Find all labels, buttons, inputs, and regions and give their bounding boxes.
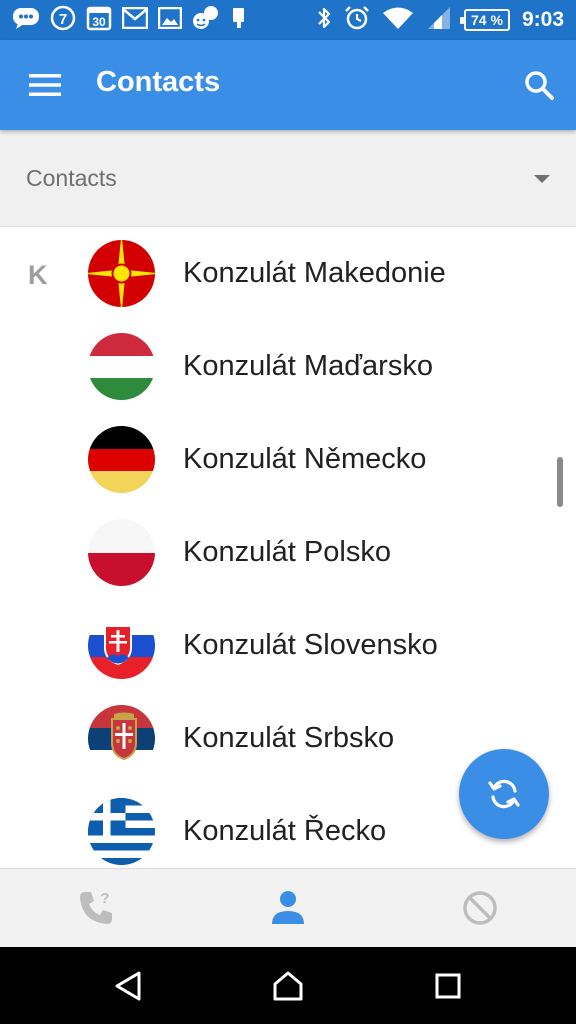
hamburger-menu-icon <box>29 74 61 96</box>
back-icon <box>115 971 141 1001</box>
back-button[interactable] <box>108 966 148 1006</box>
battery-icon: 74 % <box>459 9 510 31</box>
contacts-filter-dropdown[interactable]: Contacts <box>0 130 576 227</box>
chevron-down-icon <box>534 175 550 183</box>
contact-name: Konzulát Maďarsko <box>183 350 433 382</box>
gmail-icon <box>121 6 149 34</box>
messenger-icon <box>192 5 220 36</box>
contact-name: Konzulát Slovensko <box>183 629 438 661</box>
calendar-30-icon: 30 <box>86 5 112 36</box>
recents-icon <box>435 973 461 999</box>
block-icon <box>463 891 497 925</box>
search-icon <box>525 71 554 100</box>
system-navigation-bar <box>0 947 576 1024</box>
flag-poland-icon <box>88 519 155 586</box>
contact-row-madarsko[interactable]: Konzulát Maďarsko <box>0 320 576 413</box>
contact-name: Konzulát Srbsko <box>183 722 395 754</box>
tab-blocked[interactable] <box>384 869 576 947</box>
sync-icon <box>488 779 520 809</box>
bluetooth-icon <box>316 5 332 36</box>
contact-row-polsko[interactable]: Konzulát Polsko <box>0 506 576 599</box>
contact-name: Konzulát Řecko <box>183 815 387 847</box>
chat-bubble-icon <box>12 6 40 35</box>
scrollbar-thumb[interactable] <box>557 457 563 507</box>
phone-question-icon: ? <box>80 890 112 924</box>
system-icons: 74 % 9:03 <box>316 5 564 35</box>
sync-fab-button[interactable] <box>459 749 549 839</box>
alarm-icon <box>344 5 370 36</box>
flag-greece-icon <box>88 798 155 865</box>
circled-7-icon: 7 <box>50 5 76 36</box>
contact-row-makedonie[interactable]: Konzulát Makedonie <box>0 227 576 320</box>
flag-germany-icon <box>88 426 155 493</box>
svg-text:?: ? <box>100 890 109 907</box>
contact-name: Konzulát Polsko <box>183 536 391 568</box>
filter-selected-value: Contacts <box>26 165 117 191</box>
home-icon <box>273 971 303 1001</box>
wifi-icon <box>382 6 414 35</box>
battery-percent: 74 % <box>471 12 503 28</box>
circled-7-number: 7 <box>59 11 67 28</box>
search-button[interactable] <box>518 64 560 106</box>
clock-time: 9:03 <box>521 8 564 31</box>
person-icon <box>272 891 304 924</box>
flag-hungary-icon <box>88 333 155 400</box>
menu-button[interactable] <box>22 67 68 103</box>
notification-icons: 7 30 <box>12 5 248 35</box>
contact-name: Konzulát Makedonie <box>183 257 446 289</box>
contacts-screen: 7 30 74 % 9:03 Contacts Contacts K Konzu… <box>0 0 576 1024</box>
contact-name: Konzulát Německo <box>183 443 427 475</box>
flag-serbia-icon <box>88 705 155 772</box>
home-button[interactable] <box>268 966 308 1006</box>
page-title: Contacts <box>96 66 221 98</box>
tab-call-log[interactable]: ? <box>0 869 192 947</box>
tab-contacts[interactable] <box>192 869 384 947</box>
bottom-tab-bar: ? <box>0 868 576 947</box>
flag-north-macedonia-icon <box>88 240 155 307</box>
status-bar: 7 30 74 % 9:03 <box>0 0 576 40</box>
device-icon <box>230 6 248 35</box>
recents-button[interactable] <box>428 966 468 1006</box>
image-icon <box>157 6 183 34</box>
contact-row-slovensko[interactable]: Konzulát Slovensko <box>0 599 576 692</box>
signal-icon <box>426 6 452 35</box>
contact-row-nemecko[interactable]: Konzulát Německo <box>0 413 576 506</box>
app-bar: Contacts <box>0 40 576 130</box>
flag-slovakia-icon <box>88 612 155 679</box>
calendar-day: 30 <box>92 15 106 29</box>
